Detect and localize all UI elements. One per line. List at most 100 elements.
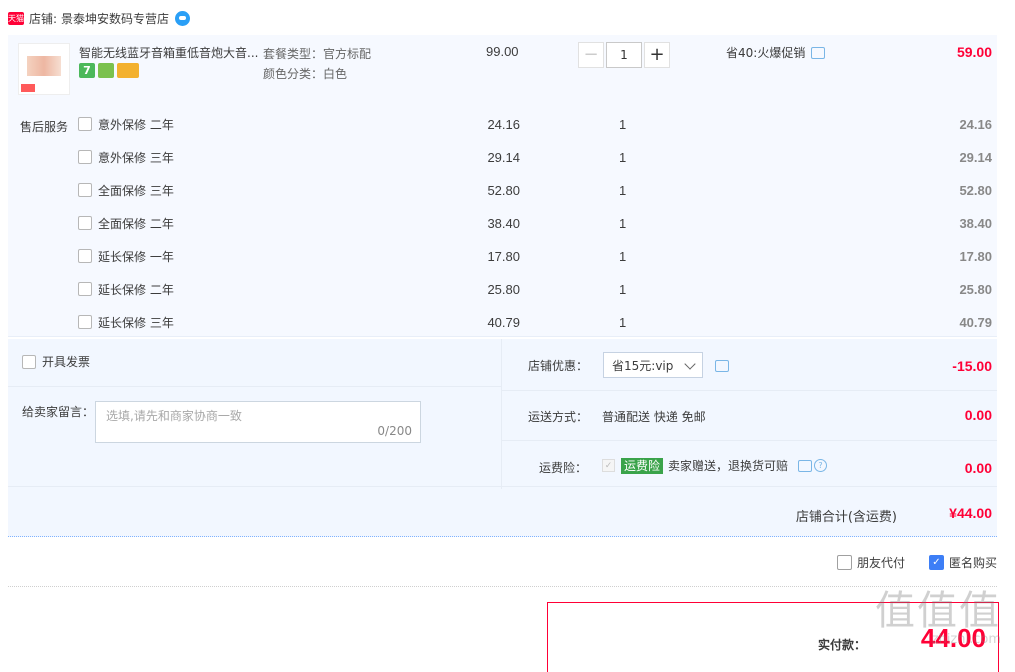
after-sales-title: 售后服务: [20, 120, 69, 134]
service-price: 38.40: [487, 215, 520, 231]
discount-value: -15.00: [952, 358, 992, 374]
coupon-selected: 省15元:vip: [612, 358, 674, 373]
wangwang-chat-icon[interactable]: [175, 10, 191, 26]
discount-label: 店铺优惠：: [528, 359, 589, 373]
watermark-sub: zhizhi.com: [931, 632, 1001, 647]
service-price: 29.14: [487, 149, 520, 165]
seven-day-return-icon[interactable]: 7: [79, 63, 95, 78]
service-total: 38.40: [959, 215, 992, 231]
service-price: 17.80: [487, 248, 520, 264]
service-name: 意外保修 三年: [98, 150, 174, 165]
insurance-option: ✓ 运费险 卖家赠送，退换货可赔 ?: [602, 457, 828, 474]
service-checkbox[interactable]: [78, 183, 92, 197]
service-checkbox[interactable]: [78, 216, 92, 230]
insurance-badge: 运费险: [621, 457, 664, 474]
service-total: 17.80: [959, 248, 992, 264]
insurance-label: 运费险：: [539, 461, 588, 475]
service-row[interactable]: 全面保修 三年 52.80 1 52.80: [78, 179, 992, 201]
shipping-label: 运送方式：: [528, 410, 589, 424]
shop-name-link[interactable]: 景泰坤安数码专营店: [61, 10, 169, 27]
anonymous-option[interactable]: ✓ 匿名购买: [928, 554, 997, 571]
service-price: 40.79: [487, 314, 520, 330]
service-checkbox[interactable]: [78, 117, 92, 131]
friend-pay-label: 朋友代付: [856, 556, 905, 570]
friend-pay-option[interactable]: 朋友代付: [836, 554, 905, 571]
service-checkbox[interactable]: [78, 315, 92, 329]
insurance-value: 0.00: [964, 460, 992, 476]
service-price: 24.16: [487, 116, 520, 132]
product-title-link[interactable]: 智能无线蓝牙音箱重低音炮大音...: [79, 44, 261, 61]
sku-type: 套餐类型：官方标配: [263, 47, 372, 61]
order-item-block: 智能无线蓝牙音箱重低音炮大音... 7 套餐类型：官方标配 颜色分类：白色 99…: [8, 35, 997, 337]
order-extras-block: 开具发票 给卖家留言： 选填,请先和商家协商一致 0/200 店铺优惠： 省15…: [8, 339, 997, 537]
quantity-stepper: − 1 +: [578, 42, 670, 68]
product-thumbnail[interactable]: [18, 43, 70, 95]
service-qty: 1: [619, 116, 627, 132]
service-name: 延长保修 二年: [98, 282, 174, 297]
insurance-checkbox: ✓: [602, 459, 615, 472]
decrease-quantity-button[interactable]: −: [578, 42, 604, 68]
memo-label: 给卖家留言：: [22, 405, 95, 419]
help-icon[interactable]: ?: [814, 459, 828, 472]
service-qty: 1: [619, 149, 627, 165]
invoice-option[interactable]: 开具发票: [22, 353, 90, 370]
service-total: 29.14: [959, 149, 992, 165]
shop-label: 店铺:: [29, 11, 58, 26]
shop-header: 天猫 店铺: 景泰坤安数码专营店: [8, 8, 191, 28]
service-row[interactable]: 延长保修 三年 40.79 1 40.79: [78, 311, 992, 333]
service-qty: 1: [619, 248, 627, 264]
promotion-info-icon[interactable]: [811, 46, 826, 59]
pay-label: 实付款：: [818, 638, 867, 652]
service-row[interactable]: 意外保修 二年 24.16 1 24.16: [78, 113, 992, 135]
divider: [8, 586, 997, 587]
service-name: 全面保修 二年: [98, 216, 174, 231]
service-name: 全面保修 三年: [98, 183, 174, 198]
service-checkbox[interactable]: [78, 150, 92, 164]
memo-textarea[interactable]: 选填,请先和商家协商一致 0/200: [95, 401, 421, 443]
service-icons: 7: [79, 63, 139, 78]
service-qty: 1: [619, 215, 627, 231]
service-row[interactable]: 延长保修 二年 25.80 1 25.80: [78, 278, 992, 300]
shipping-value: 0.00: [964, 407, 992, 423]
anonymous-checkbox[interactable]: ✓: [928, 555, 944, 570]
service-total: 52.80: [959, 182, 992, 198]
coupon-info-icon[interactable]: [715, 360, 729, 372]
shop-total-value: ¥44.00: [949, 505, 992, 521]
service-row[interactable]: 全面保修 二年 38.40 1 38.40: [78, 212, 992, 234]
service-price: 52.80: [487, 182, 520, 198]
insurance-chat-icon[interactable]: [798, 459, 813, 472]
service-total: 24.16: [959, 116, 992, 132]
friend-pay-checkbox[interactable]: [836, 555, 852, 570]
credit-card-icon[interactable]: [117, 63, 139, 78]
sku-info: 套餐类型：官方标配 颜色分类：白色: [263, 44, 371, 84]
promotion: 省40:火爆促销: [726, 44, 826, 61]
service-checkbox[interactable]: [78, 249, 92, 263]
service-checkbox[interactable]: [78, 282, 92, 296]
guarantee-icon[interactable]: [98, 63, 114, 78]
memo-placeholder: 选填,请先和商家协商一致: [106, 409, 242, 423]
chevron-down-icon: [684, 358, 696, 370]
service-qty: 1: [619, 182, 627, 198]
purchase-options: 朋友代付 ✓ 匿名购买: [836, 554, 997, 571]
service-total: 25.80: [959, 281, 992, 297]
memo-char-count: 0/200: [377, 424, 412, 438]
service-name: 延长保修 一年: [98, 249, 174, 264]
increase-quantity-button[interactable]: +: [644, 42, 670, 68]
shipping-method: 普通配送 快递 免邮: [602, 410, 706, 424]
coupon-select[interactable]: 省15元:vip: [603, 352, 703, 378]
watermark: 值值值: [875, 588, 1001, 634]
invoice-checkbox[interactable]: [22, 354, 36, 369]
service-row[interactable]: 意外保修 三年 29.14 1 29.14: [78, 146, 992, 168]
service-row[interactable]: 延长保修 一年 17.80 1 17.80: [78, 245, 992, 267]
promotion-text: 省40:火爆促销: [726, 46, 806, 60]
unit-price: 99.00: [486, 44, 519, 59]
service-qty: 1: [619, 281, 627, 297]
item-total: 59.00: [956, 44, 992, 60]
sku-color: 颜色分类：白色: [263, 67, 348, 81]
quantity-input[interactable]: 1: [606, 42, 642, 68]
service-qty: 1: [619, 314, 627, 330]
service-name: 意外保修 二年: [98, 117, 174, 132]
tmall-logo-icon: 天猫: [8, 11, 24, 25]
insurance-desc: 卖家赠送，退换货可赔: [668, 459, 789, 473]
service-name: 延长保修 三年: [98, 315, 174, 330]
